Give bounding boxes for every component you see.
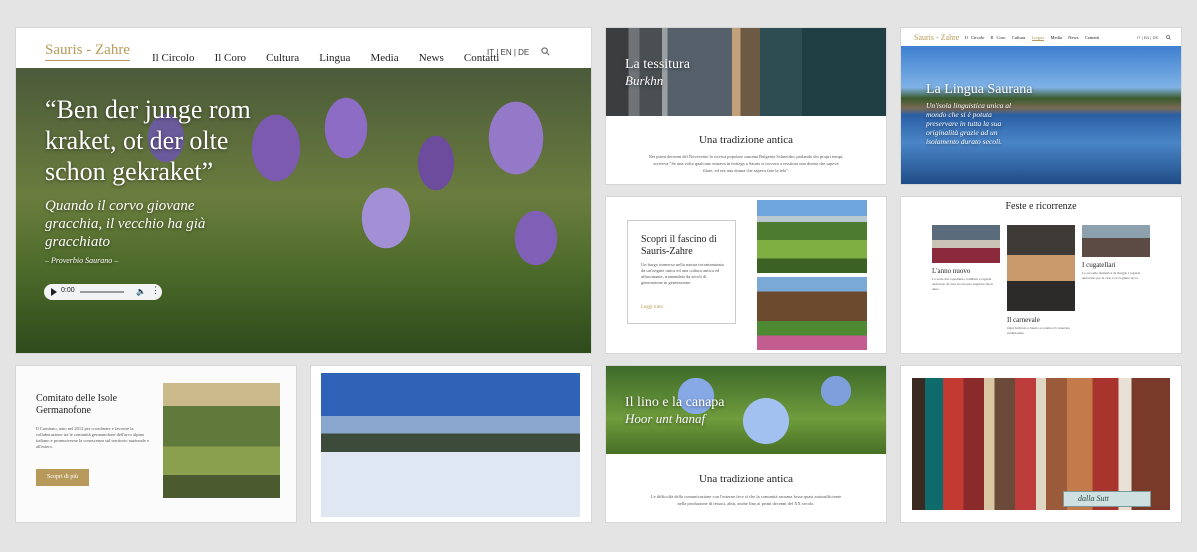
fascino-link[interactable]: Leggi tutto	[641, 305, 663, 310]
site-logo[interactable]: Sauris - Zahre	[45, 42, 130, 61]
nav-item-cultura[interactable]: Cultura	[266, 52, 299, 64]
snow-village-photo	[321, 373, 580, 517]
valley-photo	[757, 200, 867, 273]
nav-item-news[interactable]: News	[419, 52, 444, 64]
feste-item-text: La notte del capodanno, bambini e ragazz…	[932, 277, 993, 291]
lingua-nav-item[interactable]: Il Coro	[991, 35, 1006, 40]
workshop-sign-text: dalla Sutt	[1078, 494, 1109, 503]
lingua-header: Sauris - Zahre Il Circolo Il Coro Cultur…	[901, 28, 1181, 46]
lingua-nav-item[interactable]: Media	[1051, 35, 1063, 40]
lang-de[interactable]: DE	[518, 48, 529, 57]
search-icon[interactable]	[541, 47, 550, 56]
nav-item-circolo[interactable]: Il Circolo	[152, 52, 194, 64]
hero-attribution: – Proverbio Saurano –	[45, 256, 119, 265]
lino-body: Le difficoltà della comunicazione con l'…	[650, 494, 842, 506]
fascino-title: Scopri il fascino di Sauris-Zahre	[641, 234, 717, 257]
lingua-nav-item[interactable]: News	[1068, 35, 1078, 40]
lingua-language-switcher: IT | EN | DE	[1137, 35, 1159, 40]
volume-icon[interactable]: 🔈	[136, 287, 146, 296]
comitato-title: Comitato delle Isole Germanofone	[36, 393, 118, 416]
fascino-body: Un borgo immerso nella natura incontamin…	[641, 262, 724, 285]
lang-it[interactable]: IT	[1137, 35, 1140, 40]
tessitura-heading: Una tradizione antica	[698, 134, 794, 146]
tessitura-title: La tessitura	[625, 57, 690, 72]
lang-de[interactable]: DE	[1153, 35, 1159, 40]
lang-it[interactable]: IT	[487, 48, 494, 57]
carnevale-photo	[1007, 225, 1075, 311]
lingua-nav: Il Circolo Il Coro Cultura Lingua Media …	[965, 35, 1100, 41]
lino-title: Il lino e la canapa	[625, 395, 725, 410]
tessitura-body: Nei primi decenni del Novecento la ricer…	[648, 154, 844, 173]
lino-subtitle: Hoor unt hanaf	[625, 411, 706, 426]
play-icon[interactable]	[51, 288, 57, 296]
audio-player[interactable]: 0:00 🔈 ⋮	[44, 284, 162, 300]
nav-item-media[interactable]: Media	[371, 52, 399, 64]
lang-en[interactable]: EN	[1144, 35, 1150, 40]
scopri-button[interactable]: Scopri di più	[36, 469, 89, 486]
lingua-nav-item[interactable]: Contatti	[1085, 35, 1100, 40]
lingua-nav-item[interactable]: Il Circolo	[965, 35, 984, 40]
hero-translation: Quando il corvo giovane gracchia, il vec…	[45, 198, 206, 250]
search-icon[interactable]	[1166, 35, 1171, 40]
feste-item-text: Ogni febbraio a Sauris si celebra il car…	[1007, 326, 1070, 335]
feste-item-title: Il carnevale	[1007, 316, 1040, 324]
feste-item-title: L'anno nuovo	[932, 267, 971, 275]
audio-progress[interactable]	[80, 291, 124, 293]
nav-item-coro[interactable]: Il Coro	[215, 52, 246, 64]
lino-card: Il lino e la canapa Hoor unt hanaf Una t…	[606, 366, 886, 522]
lingua-card: Sauris - Zahre Il Circolo Il Coro Cultur…	[901, 28, 1181, 184]
hero-card: Sauris - Zahre Il Circolo Il Coro Cultur…	[16, 28, 591, 353]
fascino-card: Scopri il fascino di Sauris-Zahre Un bor…	[606, 197, 886, 353]
chalet-photo	[757, 277, 867, 350]
audio-time: 0:00	[61, 287, 75, 294]
feste-item-title: I cugatellari	[1082, 261, 1116, 269]
lingua-nav-item-active[interactable]: Lingua	[1031, 35, 1045, 41]
cugatellari-photo	[1082, 225, 1150, 257]
tessitura-card: La tessitura Burkhn Una tradizione antic…	[606, 28, 886, 184]
fascino-box: Scopri il fascino di Sauris-Zahre Un bor…	[627, 220, 736, 324]
comitato-body: Il Comitato, nato nel 2012 per coordinar…	[36, 426, 149, 449]
forest-church-photo	[163, 383, 280, 498]
feste-item-text: La seconda domenica di maggio i ragazzi …	[1082, 271, 1141, 280]
lingua-logo[interactable]: Sauris - Zahre	[914, 33, 959, 42]
comitato-card: Comitato delle Isole Germanofone Il Comi…	[16, 366, 296, 522]
anno-nuovo-photo	[932, 225, 1000, 263]
workshop-sign: dalla Sutt	[1063, 491, 1151, 507]
main-nav: Il Circolo Il Coro Cultura Lingua Media …	[152, 46, 514, 65]
hero-quote: “Ben der junge rom kraket, ot der olte s…	[45, 95, 251, 186]
lingua-title: La Lingua Saurana	[926, 82, 1033, 97]
more-options-icon[interactable]: ⋮	[151, 286, 160, 296]
language-switcher: IT | EN | DE	[487, 48, 530, 57]
hero-header: Sauris - Zahre Il Circolo Il Coro Cultur…	[16, 28, 591, 68]
tessitura-subtitle: Burkhn	[625, 73, 664, 88]
spools-card: dalla Sutt	[901, 366, 1181, 522]
lingua-text: Un'isola linguistica unica al mondo che …	[926, 101, 1012, 146]
feste-title: Feste e ricorrenze	[1005, 201, 1077, 212]
nav-item-lingua[interactable]: Lingua	[319, 52, 350, 64]
lang-en[interactable]: EN	[501, 48, 512, 57]
snow-card	[311, 366, 591, 522]
lingua-nav-item[interactable]: Cultura	[1012, 35, 1026, 40]
lino-heading: Una tradizione antica	[698, 473, 794, 485]
feste-card: Feste e ricorrenze L'anno nuovo La notte…	[901, 197, 1181, 353]
